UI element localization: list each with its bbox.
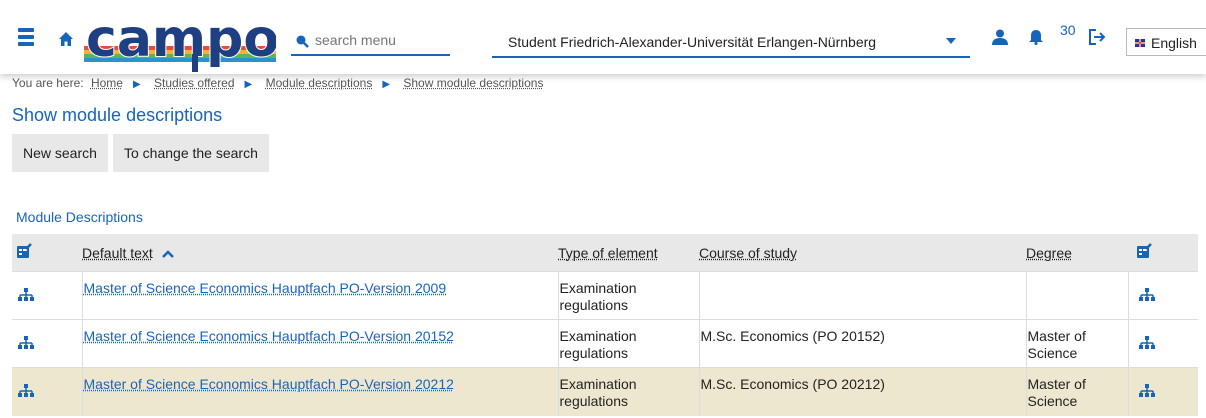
logout-icon[interactable] xyxy=(1089,29,1107,45)
breadcrumb-studies-offered[interactable]: Studies offered xyxy=(154,76,235,90)
role-select[interactable]: Student Friedrich-Alexander-Universität … xyxy=(492,28,970,58)
type-line-1: Examination xyxy=(559,328,637,344)
row-default-text: Master of Science Economics Hauptfach PO… xyxy=(81,319,558,368)
change-search-button[interactable]: To change the search xyxy=(113,134,269,172)
search-icon xyxy=(296,35,309,48)
table-header-row: Default text Type of element Course of s… xyxy=(12,234,1198,272)
type-line-1: Examination xyxy=(559,376,637,392)
table-row-highlighted: Master of Science Economics Hauptfach PO… xyxy=(12,367,1198,416)
bell-icon[interactable] xyxy=(1029,29,1043,45)
column-settings-icon[interactable] xyxy=(12,234,82,272)
header-course-label[interactable]: Course of study xyxy=(699,245,797,261)
home-icon[interactable] xyxy=(58,31,74,47)
search-input[interactable] xyxy=(313,31,447,49)
user-icon[interactable] xyxy=(992,29,1008,45)
row-degree xyxy=(1025,271,1128,320)
module-link[interactable]: Master of Science Economics Hauptfach PO… xyxy=(84,376,454,392)
row-degree: Master of Science xyxy=(1025,367,1128,416)
row-type: Examination regulations xyxy=(557,271,699,320)
header-course-of-study[interactable]: Course of study xyxy=(699,234,1026,272)
type-line-2: regulations xyxy=(559,297,629,313)
header-type-label[interactable]: Type of element xyxy=(558,245,658,261)
table-row: Master of Science Economics Hauptfach PO… xyxy=(12,271,1198,320)
type-line-2: regulations xyxy=(559,393,629,409)
row-degree: Master of Science xyxy=(1025,319,1128,368)
flag-icon xyxy=(1135,39,1145,47)
row-default-text: Master of Science Economics Hauptfach PO… xyxy=(81,271,558,320)
chevron-right-icon: ▶ xyxy=(132,79,141,90)
breadcrumb-home[interactable]: Home xyxy=(91,76,123,90)
chevron-down-icon xyxy=(946,38,956,44)
campo-logo[interactable]: campo xyxy=(84,10,276,72)
hierarchy-icon[interactable] xyxy=(12,271,82,320)
chevron-right-icon: ▶ xyxy=(382,79,391,90)
row-default-text: Master of Science Economics Hauptfach PO… xyxy=(81,367,558,416)
hierarchy-icon[interactable] xyxy=(1127,367,1198,416)
degree-line-2: Science xyxy=(1027,345,1078,361)
hierarchy-icon[interactable] xyxy=(1127,271,1198,320)
row-course xyxy=(698,271,1026,320)
chevron-right-icon: ▶ xyxy=(244,79,253,90)
new-search-button[interactable]: New search xyxy=(12,134,108,172)
header-type-of-element[interactable]: Type of element xyxy=(558,234,699,272)
row-course: M.Sc. Economics (PO 20152) xyxy=(698,319,1026,368)
header-default-text[interactable]: Default text xyxy=(82,234,558,272)
row-course: M.Sc. Economics (PO 20212) xyxy=(698,367,1026,416)
header-degree-label[interactable]: Degree xyxy=(1026,245,1072,261)
breadcrumb-prefix: You are here: xyxy=(12,76,84,90)
hierarchy-icon[interactable] xyxy=(1127,319,1198,368)
svg-text:campo: campo xyxy=(86,10,276,69)
page-title: Show module descriptions xyxy=(12,105,223,125)
header-degree[interactable]: Degree xyxy=(1026,234,1128,272)
language-button[interactable]: English xyxy=(1126,28,1206,56)
row-type: Examination regulations xyxy=(557,319,699,368)
breadcrumb-module-descriptions[interactable]: Module descriptions xyxy=(266,76,373,90)
module-link[interactable]: Master of Science Economics Hauptfach PO… xyxy=(84,328,454,344)
menu-icon[interactable] xyxy=(18,28,34,46)
row-type: Examination regulations xyxy=(557,367,699,416)
search-box[interactable] xyxy=(291,30,450,56)
header-default-text-label[interactable]: Default text xyxy=(82,245,153,261)
module-descriptions-table: Default text Type of element Course of s… xyxy=(12,234,1198,416)
table-row: Master of Science Economics Hauptfach PO… xyxy=(12,319,1198,368)
role-select-value: Student Friedrich-Alexander-Universität … xyxy=(508,34,877,50)
type-line-2: regulations xyxy=(559,345,629,361)
degree-line-1: Master of xyxy=(1027,376,1086,392)
notification-count[interactable]: 30 xyxy=(1060,22,1076,38)
top-header: campo Student Friedrich-Alexander-Univer… xyxy=(0,0,1206,74)
module-link[interactable]: Master of Science Economics Hauptfach PO… xyxy=(84,280,447,296)
breadcrumb-show-module-descriptions[interactable]: Show module descriptions xyxy=(403,76,543,90)
section-title: Module Descriptions xyxy=(16,209,143,225)
sort-up-icon[interactable] xyxy=(161,249,174,258)
type-line-1: Examination xyxy=(559,280,637,296)
hierarchy-icon[interactable] xyxy=(12,319,82,368)
degree-line-2: Science xyxy=(1027,393,1078,409)
breadcrumb: You are here: Home ▶ Studies offered ▶ Mod… xyxy=(12,76,547,90)
degree-line-1: Master of xyxy=(1027,328,1086,344)
column-settings-icon[interactable] xyxy=(1128,234,1198,272)
hierarchy-icon[interactable] xyxy=(12,367,82,416)
language-label: English xyxy=(1151,35,1197,51)
